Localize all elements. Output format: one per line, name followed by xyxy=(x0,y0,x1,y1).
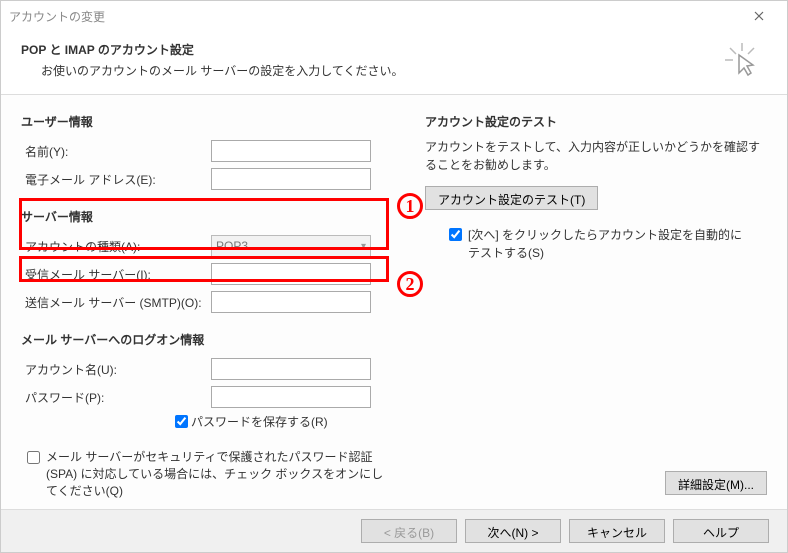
window-title: アカウントの変更 xyxy=(9,8,105,25)
save-password-label: パスワードを保存する(R) xyxy=(191,413,328,430)
account-type-label: アカウントの種類(A): xyxy=(21,238,211,255)
annotation-number-2: 2 xyxy=(397,271,423,297)
chevron-down-icon: ▾ xyxy=(361,241,366,252)
save-password-checkbox[interactable] xyxy=(175,415,188,428)
spa-label: メール サーバーがセキュリティで保護されたパスワード認証 (SPA) に対応して… xyxy=(46,449,386,499)
footer: < 戻る(B) 次へ(N) > キャンセル ヘルプ xyxy=(1,509,787,552)
header-text: POP と IMAP のアカウント設定 お使いのアカウントのメール サーバーの設… xyxy=(21,41,725,79)
auto-test-checkbox[interactable] xyxy=(449,228,462,241)
back-button[interactable]: < 戻る(B) xyxy=(361,519,457,543)
password-input[interactable] xyxy=(211,386,371,408)
incoming-server-input[interactable] xyxy=(211,263,371,285)
test-heading: アカウント設定のテスト xyxy=(425,113,767,130)
header-title: POP と IMAP のアカウント設定 xyxy=(21,41,725,58)
more-settings-button[interactable]: 詳細設定(M)... xyxy=(665,471,767,495)
account-type-select: POP3 ▾ xyxy=(211,235,371,257)
wizard-cursor-icon xyxy=(725,43,759,80)
header: POP と IMAP のアカウント設定 お使いのアカウントのメール サーバーの設… xyxy=(1,31,787,94)
email-input[interactable] xyxy=(211,168,371,190)
account-name-input[interactable] xyxy=(211,358,371,380)
account-name-label: アカウント名(U): xyxy=(21,361,211,378)
server-info-heading: サーバー情報 xyxy=(21,208,401,225)
email-label: 電子メール アドレス(E): xyxy=(21,171,211,188)
account-type-value: POP3 xyxy=(216,239,248,253)
outgoing-server-label: 送信メール サーバー (SMTP)(O): xyxy=(21,294,211,311)
test-account-button[interactable]: アカウント設定のテスト(T) xyxy=(425,186,598,210)
spa-checkbox[interactable] xyxy=(27,451,40,464)
incoming-server-label: 受信メール サーバー(I): xyxy=(21,266,211,283)
test-description: アカウントをテストして、入力内容が正しいかどうかを確認することをお勧めします。 xyxy=(425,138,767,174)
header-subtitle: お使いのアカウントのメール サーバーの設定を入力してください。 xyxy=(21,62,725,79)
left-column: ユーザー情報 名前(Y): 電子メール アドレス(E): サーバー情報 アカウン… xyxy=(21,113,401,499)
name-input[interactable] xyxy=(211,140,371,162)
outgoing-server-input[interactable] xyxy=(211,291,371,313)
annotation-number-1: 1 xyxy=(397,193,423,219)
dialog-window: アカウントの変更 POP と IMAP のアカウント設定 お使いのアカウントのメ… xyxy=(0,0,788,553)
right-column: アカウント設定のテスト アカウントをテストして、入力内容が正しいかどうかを確認す… xyxy=(425,113,767,499)
user-info-heading: ユーザー情報 xyxy=(21,113,401,130)
logon-info-heading: メール サーバーへのログオン情報 xyxy=(21,331,401,348)
cancel-button[interactable]: キャンセル xyxy=(569,519,665,543)
next-button[interactable]: 次へ(N) > xyxy=(465,519,561,543)
name-label: 名前(Y): xyxy=(21,143,211,160)
close-icon xyxy=(754,11,764,21)
titlebar: アカウントの変更 xyxy=(1,1,787,31)
password-label: パスワード(P): xyxy=(21,389,211,406)
auto-test-label: [次へ] をクリックしたらアカウント設定を自動的にテストする(S) xyxy=(468,226,748,262)
content-area: ユーザー情報 名前(Y): 電子メール アドレス(E): サーバー情報 アカウン… xyxy=(1,95,787,509)
help-button[interactable]: ヘルプ xyxy=(673,519,769,543)
close-button[interactable] xyxy=(739,1,779,31)
